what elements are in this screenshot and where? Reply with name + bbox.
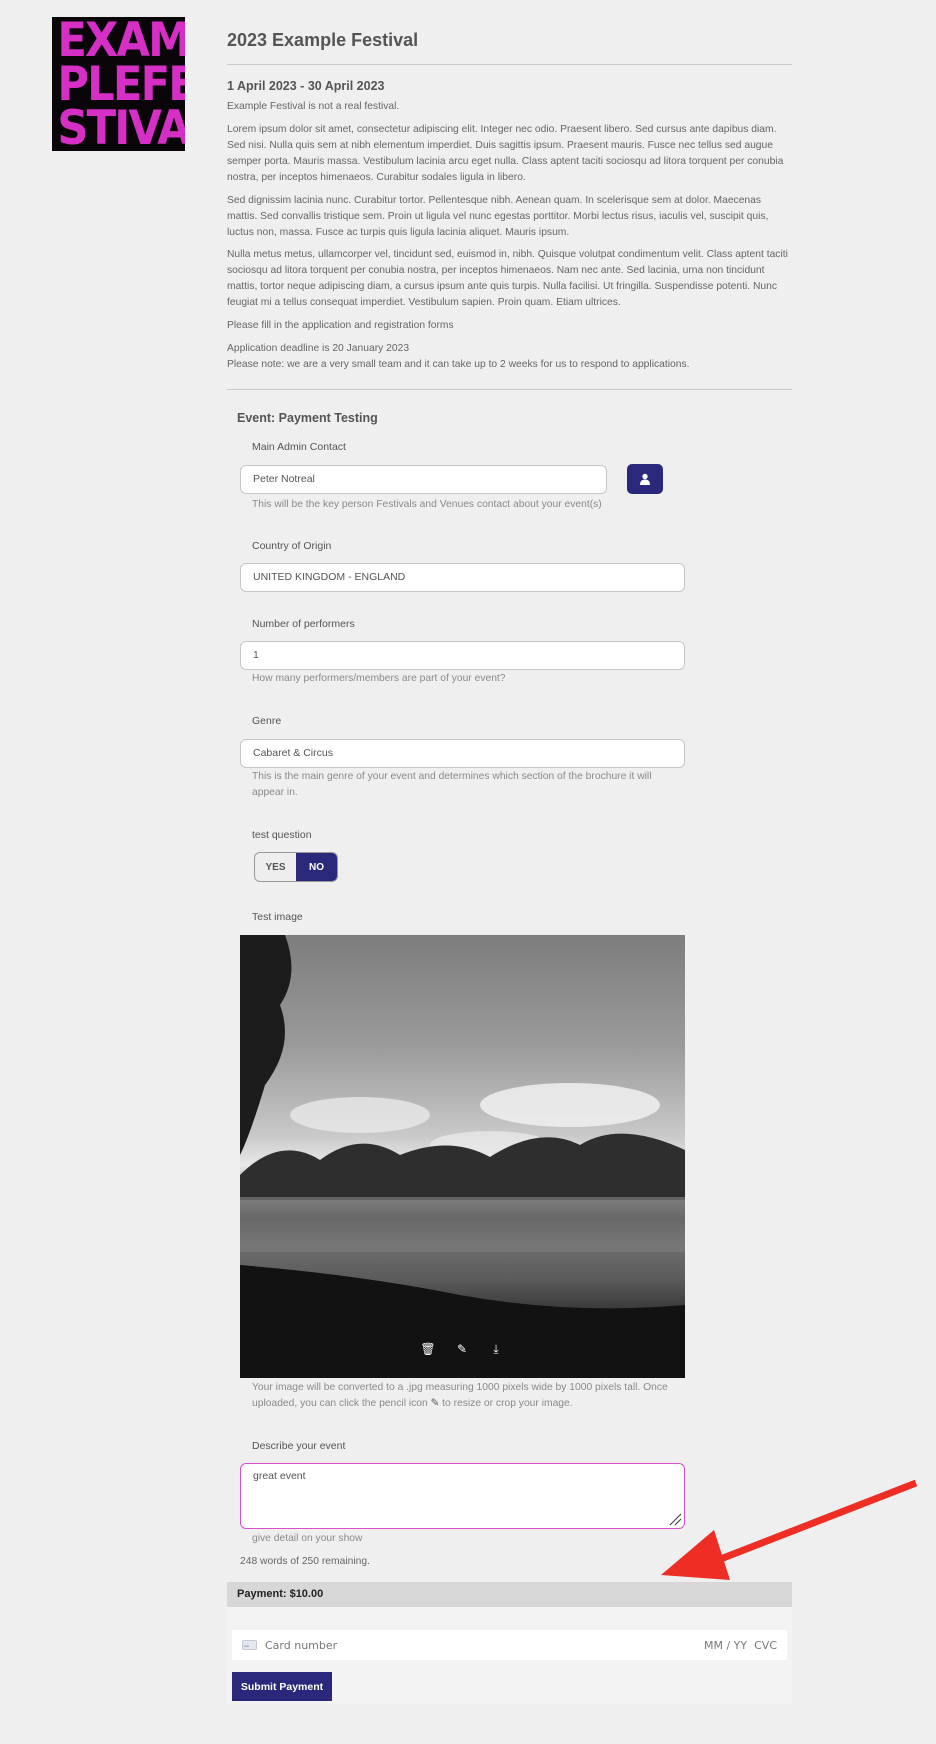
word-count: 248 words of 250 remaining. [240,1556,370,1567]
genre-help: appear in. [252,787,298,798]
pencil-icon: ✎ [430,1398,440,1409]
card-input[interactable]: Card number MM / YY CVC [232,1630,787,1660]
page-title: 2023 Example Festival [227,30,419,50]
festival-paragraph: Nulla metus metus, ullamcorper vel, tinc… [227,249,788,308]
performers-label: Number of performers [252,618,355,630]
image-help-text: to resize or crop your image. [442,1398,573,1409]
trash-icon[interactable]: 🗑 [419,1340,437,1358]
event-title: Event: Payment Testing [237,411,378,425]
select-contact-button[interactable] [627,464,663,494]
resize-handle-icon[interactable] [668,1512,682,1526]
performers-input[interactable]: 1 [240,641,685,670]
describe-help: give detail on your show [252,1533,363,1544]
image-help: Your image will be converted to a .jpg m… [252,1382,668,1393]
divider [227,389,792,390]
country-select[interactable]: UNITED KINGDOM - ENGLAND [240,563,685,592]
genre-label: Genre [252,715,282,727]
image-toolbar: 🗑 ✎ ⤓ [419,1340,505,1358]
festival-logo: EXAM PLEFE STIVAL [52,17,185,151]
uploaded-image: 🗑 ✎ ⤓ [240,935,685,1378]
admin-contact-label: Main Admin Contact [252,441,346,453]
performers-help: How many performers/members are part of … [252,673,506,684]
toggle-no-button[interactable]: NO [296,853,337,881]
admin-contact-help: This will be the key person Festivals an… [252,499,602,510]
user-icon [640,473,650,485]
logo-text-line: STIVAL [57,101,185,151]
image-help: uploaded, you can click the pencil icon … [252,1396,573,1412]
expiry-cvc-placeholder: MM / YY CVC [704,1638,777,1652]
country-label: Country of Origin [252,540,332,552]
landscape-photo [240,935,685,1378]
pencil-icon[interactable]: ✎ [453,1340,471,1358]
deadline-text: Application deadline is 20 January 2023 [227,343,410,354]
credit-card-icon [242,1640,257,1650]
genre-help: This is the main genre of your event and… [252,771,652,782]
describe-value: great event [253,1470,306,1482]
toggle-yes-button[interactable]: YES [255,853,296,881]
describe-label: Describe your event [252,1440,346,1452]
yes-no-toggle[interactable]: YES NO [254,852,338,882]
describe-textarea[interactable]: great event [240,1463,685,1529]
festival-intro: Example Festival is not a real festival. [227,101,400,112]
festival-paragraph: Sed dignissim lacinia nunc. Curabitur to… [227,195,769,238]
payment-section: Card number MM / YY CVC Submit Payment [227,1607,792,1704]
image-help-text: uploaded, you can click the pencil icon [252,1398,428,1409]
admin-contact-field[interactable]: Peter Notreal [240,465,607,494]
festival-paragraph: Lorem ipsum dolor sit amet, consectetur … [227,124,784,183]
submit-payment-button[interactable]: Submit Payment [232,1672,332,1701]
festival-dates: 1 April 2023 - 30 April 2023 [227,79,385,93]
test-question-label: test question [252,829,312,841]
card-number-placeholder: Card number [265,1638,338,1652]
payment-header: Payment: $10.00 [227,1582,792,1607]
download-icon[interactable]: ⤓ [487,1340,505,1358]
fill-forms-text: Please fill in the application and regis… [227,320,454,331]
divider [227,64,792,65]
test-image-label: Test image [252,911,303,923]
genre-select[interactable]: Cabaret & Circus [240,739,685,768]
note-text: Please note: we are a very small team an… [227,359,690,370]
